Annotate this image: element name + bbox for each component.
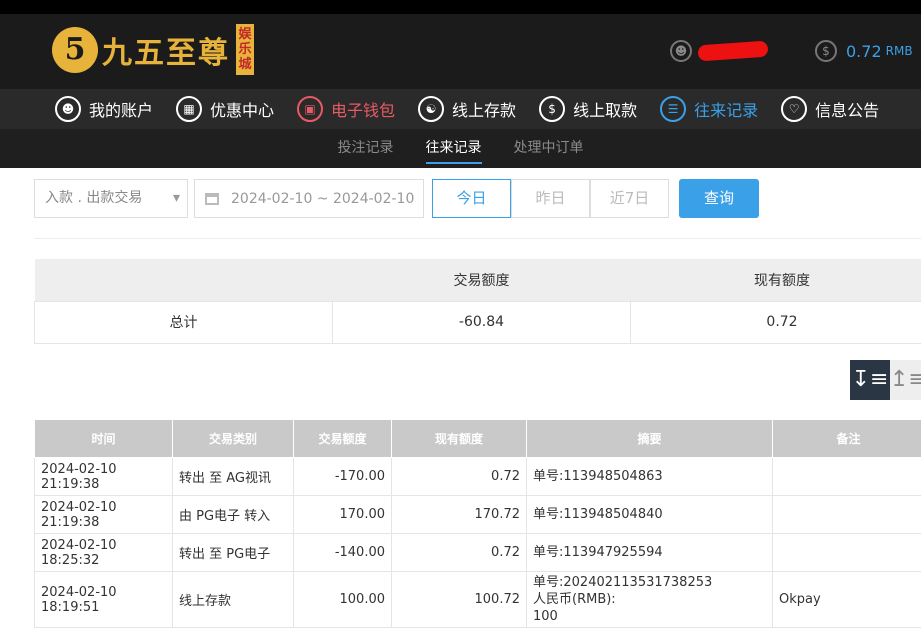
user-icon: ☻ xyxy=(55,96,81,122)
today-button[interactable]: 今日 xyxy=(432,179,511,218)
nav-item-account[interactable]: ☻ 我的账户 xyxy=(55,96,153,122)
cell-time: 2024-02-10 21:19:38 xyxy=(34,495,173,534)
table-row: 2024-02-10 21:19:38 由 PG电子 转入 170.00 170… xyxy=(34,495,921,534)
table-row: 2024-02-10 18:25:32 转出 至 PG电子 -140.00 0.… xyxy=(34,533,921,572)
cell-note: Okpay xyxy=(772,571,921,628)
summary-balance: 0.72 xyxy=(630,300,921,344)
cell-amount: -170.00 xyxy=(293,457,392,496)
records-icon: ☰ xyxy=(660,96,687,122)
yesterday-button[interactable]: 昨日 xyxy=(511,179,590,218)
summary-header-amount: 交易额度 xyxy=(332,259,631,301)
withdraw-icon: $ xyxy=(539,96,566,122)
cell-memo: 单号:202402113531738253 人民币(RMB): 100 xyxy=(526,571,773,628)
site-logo[interactable]: 5 九五至尊 娱乐城 xyxy=(52,24,254,75)
cell-balance: 0.72 xyxy=(391,533,527,572)
main-nav: ☻ 我的账户 ▦ 优惠中心 ▣ 电子钱包 ☯ 线上存款 $ 线上取款 ☰ 往来记… xyxy=(0,89,921,129)
summary-table: 交易额度 现有额度 总计 -60.84 0.72 xyxy=(34,259,921,344)
col-header-note: 备注 xyxy=(772,419,921,458)
cell-type: 由 PG电子 转入 xyxy=(172,495,294,534)
nav-label: 信息公告 xyxy=(815,101,880,120)
col-header-balance: 现有额度 xyxy=(391,419,527,458)
sort-ascending-icon[interactable]: ↥≡ xyxy=(890,360,921,400)
cell-type: 转出 至 PG电子 xyxy=(172,533,294,572)
cell-memo: 单号:113947925594 xyxy=(526,533,773,572)
logo-text: 九五至尊 xyxy=(102,35,230,71)
col-header-memo: 摘要 xyxy=(526,419,773,458)
divider xyxy=(34,238,921,239)
nav-item-withdraw[interactable]: $ 线上取款 xyxy=(539,96,637,122)
deposit-icon: ☯ xyxy=(418,96,445,122)
tab-pending-orders[interactable]: 处理中订单 xyxy=(498,129,600,168)
user-avatar-icon: ☻ xyxy=(670,40,692,62)
cell-note xyxy=(772,495,921,534)
user-info[interactable]: ☻ xyxy=(670,40,769,62)
balance-unit: RMB xyxy=(885,44,913,58)
date-range-value: 2024-02-10 ~ 2024-02-10 xyxy=(231,190,415,207)
sort-descending-icon[interactable]: ↧≡ xyxy=(850,360,890,400)
summary-label: 总计 xyxy=(34,300,333,344)
cell-type: 转出 至 AG视讯 xyxy=(172,457,294,496)
cell-amount: -140.00 xyxy=(293,533,392,572)
logo-badge: 5 xyxy=(52,26,98,73)
balance-display: $ 0.72 RMB xyxy=(815,40,913,62)
nav-item-records[interactable]: ☰ 往来记录 xyxy=(660,96,758,122)
nav-item-promotions[interactable]: ▦ 优惠中心 xyxy=(176,96,274,122)
balance-value: 0.72 xyxy=(846,41,882,61)
cell-note xyxy=(772,533,921,572)
summary-header-balance: 现有额度 xyxy=(630,259,921,301)
summary-amount: -60.84 xyxy=(332,300,631,344)
cell-amount: 170.00 xyxy=(293,495,392,534)
bell-icon: ♡ xyxy=(781,96,808,122)
nav-label: 往来记录 xyxy=(694,101,759,120)
col-header-amount: 交易额度 xyxy=(293,419,392,458)
last-7-days-button[interactable]: 近7日 xyxy=(590,179,669,218)
cell-type: 线上存款 xyxy=(172,571,294,628)
records-table: 时间 交易类别 交易额度 现有额度 摘要 备注 2024-02-10 21:19… xyxy=(34,419,921,628)
cell-balance: 100.72 xyxy=(391,571,527,628)
table-row: 2024-02-10 18:19:51 线上存款 100.00 100.72 单… xyxy=(34,571,921,628)
top-strip xyxy=(0,0,921,14)
summary-row: 总计 -60.84 0.72 xyxy=(34,300,921,344)
date-range-input[interactable]: 2024-02-10 ~ 2024-02-10 xyxy=(194,179,424,218)
query-button[interactable]: 查询 xyxy=(679,179,759,218)
cell-time: 2024-02-10 21:19:38 xyxy=(34,457,173,496)
gift-icon: ▦ xyxy=(176,96,203,122)
nav-item-announcements[interactable]: ♡ 信息公告 xyxy=(781,96,879,122)
cell-amount: 100.00 xyxy=(293,571,392,628)
sub-nav: 投注记录 往来记录 处理中订单 xyxy=(0,129,921,168)
dollar-icon: $ xyxy=(815,40,837,62)
cell-memo: 单号:113948504840 xyxy=(526,495,773,534)
redacted-username xyxy=(697,40,769,62)
nav-label: 线上存款 xyxy=(452,101,517,120)
tab-transaction-records[interactable]: 往来记录 xyxy=(410,129,498,168)
summary-header-row: 交易额度 现有额度 xyxy=(34,259,921,301)
col-header-type: 交易类别 xyxy=(172,419,294,458)
cell-memo: 单号:113948504863 xyxy=(526,457,773,496)
site-header: 5 九五至尊 娱乐城 ☻ $ 0.72 RMB xyxy=(0,14,921,89)
tab-bet-records[interactable]: 投注记录 xyxy=(322,129,410,168)
table-row: 2024-02-10 21:19:38 转出 至 AG视讯 -170.00 0.… xyxy=(34,457,921,496)
records-header-row: 时间 交易类别 交易额度 现有额度 摘要 备注 xyxy=(34,419,921,458)
nav-item-deposit[interactable]: ☯ 线上存款 xyxy=(418,96,516,122)
cell-time: 2024-02-10 18:25:32 xyxy=(34,533,173,572)
nav-label: 电子钱包 xyxy=(331,101,396,120)
logo-tag: 娱乐城 xyxy=(236,24,254,75)
cell-balance: 0.72 xyxy=(391,457,527,496)
summary-header-empty xyxy=(34,259,333,301)
cell-balance: 170.72 xyxy=(391,495,527,534)
nav-label: 优惠中心 xyxy=(210,101,275,120)
cell-time: 2024-02-10 18:19:51 xyxy=(34,571,173,628)
wallet-icon: ▣ xyxy=(297,96,324,122)
transaction-type-select[interactable]: 入款 . 出款交易 xyxy=(34,179,188,218)
nav-item-wallet[interactable]: ▣ 电子钱包 xyxy=(297,96,395,122)
nav-label: 线上取款 xyxy=(573,101,638,120)
sort-controls: ↧≡ ↥≡ xyxy=(850,360,921,400)
filter-bar: 入款 . 出款交易 2024-02-10 ~ 2024-02-10 今日 昨日 … xyxy=(34,179,759,218)
col-header-time: 时间 xyxy=(34,419,173,458)
cell-note xyxy=(772,457,921,496)
calendar-icon xyxy=(205,192,219,205)
nav-label: 我的账户 xyxy=(89,101,154,120)
